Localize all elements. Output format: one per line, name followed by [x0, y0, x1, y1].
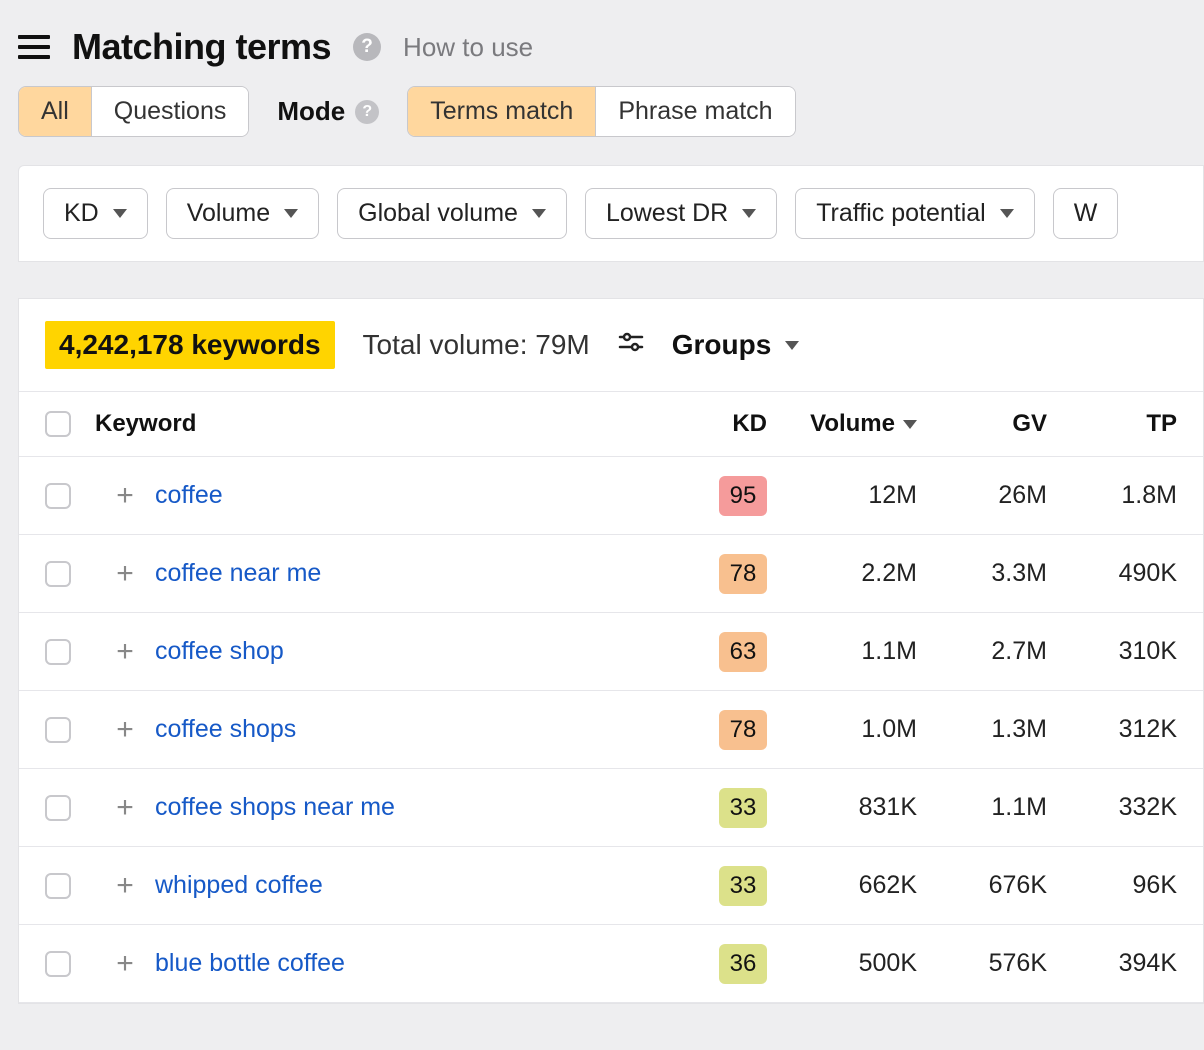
col-keyword[interactable]: Keyword — [95, 410, 677, 438]
keyword-link[interactable]: blue bottle coffee — [155, 949, 345, 977]
table-row: +blue bottle coffee 36500K576K394K — [19, 925, 1203, 1003]
cell-volume: 1.0M — [767, 715, 917, 744]
keyword-link[interactable]: coffee shop — [155, 637, 284, 665]
table-row: +coffee shops 781.0M1.3M312K — [19, 691, 1203, 769]
help-icon[interactable]: ? — [353, 33, 381, 61]
cell-volume: 500K — [767, 949, 917, 978]
cell-gv: 1.3M — [917, 715, 1047, 744]
expand-icon[interactable]: + — [95, 479, 155, 513]
expand-icon[interactable]: + — [95, 947, 155, 981]
table-row: +coffee shops near me 33831K1.1M332K — [19, 769, 1203, 847]
filter-lowest-dr[interactable]: Lowest DR — [585, 188, 777, 239]
total-volume: Total volume: 79M — [363, 329, 590, 361]
kd-badge: 33 — [719, 788, 767, 828]
row-checkbox[interactable] — [45, 483, 71, 509]
mode-help-icon[interactable]: ? — [355, 100, 379, 124]
expand-icon[interactable]: + — [95, 557, 155, 591]
keyword-link[interactable]: coffee — [155, 481, 223, 509]
expand-icon[interactable]: + — [95, 713, 155, 747]
header: Matching terms ? How to use — [0, 0, 1204, 86]
tab-terms-match[interactable]: Terms match — [408, 87, 595, 136]
table-row: +coffee 9512M26M1.8M — [19, 457, 1203, 535]
filter-volume[interactable]: Volume — [166, 188, 319, 239]
keyword-link[interactable]: whipped coffee — [155, 871, 323, 899]
chevron-down-icon — [532, 209, 546, 218]
table-row: +coffee near me 782.2M3.3M490K — [19, 535, 1203, 613]
table-row: +whipped coffee 33662K676K96K — [19, 847, 1203, 925]
row-checkbox[interactable] — [45, 795, 71, 821]
col-gv[interactable]: GV — [917, 410, 1047, 438]
tab-questions[interactable]: Questions — [91, 87, 249, 136]
cell-gv: 1.1M — [917, 793, 1047, 822]
row-checkbox[interactable] — [45, 561, 71, 587]
col-kd[interactable]: KD — [677, 410, 767, 438]
keyword-count-badge: 4,242,178 keywords — [45, 321, 335, 369]
kd-badge: 36 — [719, 944, 767, 984]
settings-icon[interactable] — [618, 331, 644, 360]
row-checkbox[interactable] — [45, 717, 71, 743]
keyword-link[interactable]: coffee shops near me — [155, 793, 395, 821]
chevron-down-icon — [785, 341, 799, 350]
hamburger-icon[interactable] — [18, 35, 50, 59]
keyword-link[interactable]: coffee shops — [155, 715, 296, 743]
filter-kd[interactable]: KD — [43, 188, 148, 239]
kd-badge: 63 — [719, 632, 767, 672]
kd-badge: 95 — [719, 476, 767, 516]
page-title: Matching terms — [72, 26, 331, 68]
col-volume[interactable]: Volume — [767, 410, 917, 438]
expand-icon[interactable]: + — [95, 635, 155, 669]
cell-tp: 332K — [1047, 793, 1177, 822]
type-segment: All Questions — [18, 86, 249, 137]
kd-badge: 78 — [719, 554, 767, 594]
filters-panel: KD Volume Global volume Lowest DR Traffi… — [18, 165, 1204, 262]
cell-tp: 490K — [1047, 559, 1177, 588]
tab-all[interactable]: All — [19, 87, 91, 136]
cell-volume: 831K — [767, 793, 917, 822]
cell-tp: 310K — [1047, 637, 1177, 666]
chevron-down-icon — [1000, 209, 1014, 218]
cell-volume: 662K — [767, 871, 917, 900]
chevron-down-icon — [113, 209, 127, 218]
chevron-down-icon — [742, 209, 756, 218]
chevron-down-icon — [284, 209, 298, 218]
kd-badge: 33 — [719, 866, 767, 906]
table-header: Keyword KD Volume GV TP — [19, 391, 1203, 457]
keyword-link[interactable]: coffee near me — [155, 559, 321, 587]
expand-icon[interactable]: + — [95, 791, 155, 825]
cell-volume: 12M — [767, 481, 917, 510]
col-tp[interactable]: TP — [1047, 410, 1177, 438]
cell-gv: 676K — [917, 871, 1047, 900]
cell-volume: 2.2M — [767, 559, 917, 588]
mode-label: Mode ? — [277, 96, 379, 127]
cell-gv: 2.7M — [917, 637, 1047, 666]
row-checkbox[interactable] — [45, 639, 71, 665]
how-to-use-link[interactable]: How to use — [403, 32, 533, 63]
filter-global-volume[interactable]: Global volume — [337, 188, 567, 239]
table-row: +coffee shop 631.1M2.7M310K — [19, 613, 1203, 691]
filter-partial[interactable]: W — [1053, 188, 1119, 239]
summary-row: 4,242,178 keywords Total volume: 79M Gro… — [19, 299, 1203, 391]
row-checkbox[interactable] — [45, 951, 71, 977]
cell-volume: 1.1M — [767, 637, 917, 666]
cell-gv: 576K — [917, 949, 1047, 978]
sort-desc-icon — [903, 420, 917, 429]
filter-traffic-potential[interactable]: Traffic potential — [795, 188, 1035, 239]
cell-gv: 3.3M — [917, 559, 1047, 588]
filter-row: KD Volume Global volume Lowest DR Traffi… — [19, 166, 1203, 261]
cell-tp: 1.8M — [1047, 481, 1177, 510]
select-all-checkbox[interactable] — [45, 411, 71, 437]
cell-gv: 26M — [917, 481, 1047, 510]
cell-tp: 312K — [1047, 715, 1177, 744]
mode-segment: Terms match Phrase match — [407, 86, 795, 137]
row-checkbox[interactable] — [45, 873, 71, 899]
tab-phrase-match[interactable]: Phrase match — [595, 87, 794, 136]
controls-row: All Questions Mode ? Terms match Phrase … — [0, 86, 1204, 165]
cell-tp: 394K — [1047, 949, 1177, 978]
expand-icon[interactable]: + — [95, 869, 155, 903]
results-panel: 4,242,178 keywords Total volume: 79M Gro… — [18, 298, 1204, 1004]
groups-dropdown[interactable]: Groups — [672, 329, 800, 361]
kd-badge: 78 — [719, 710, 767, 750]
cell-tp: 96K — [1047, 871, 1177, 900]
